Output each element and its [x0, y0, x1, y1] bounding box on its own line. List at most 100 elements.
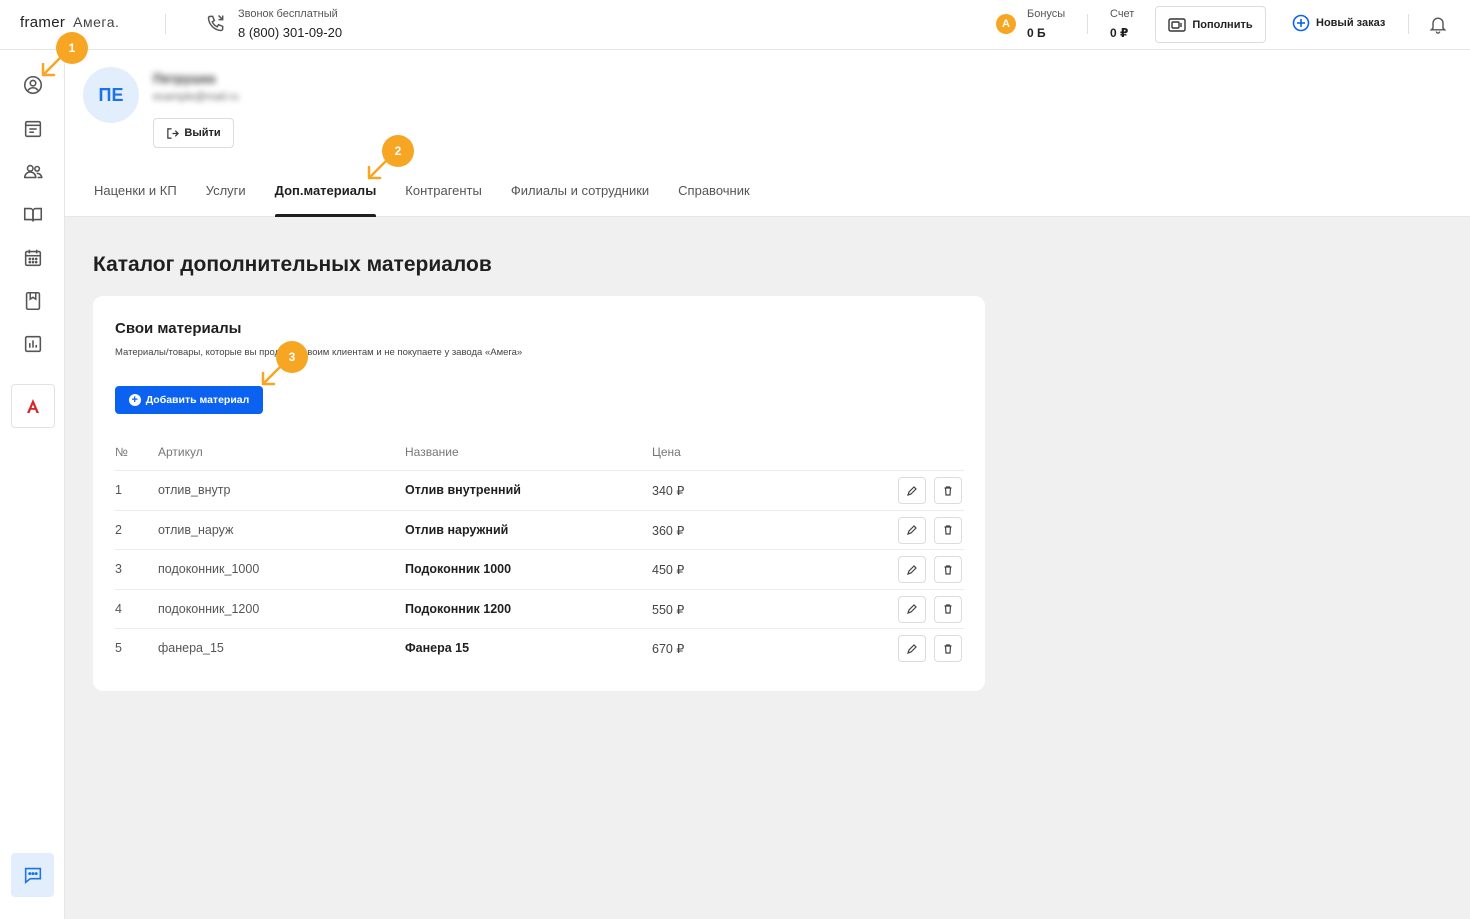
row-price: 450 ₽: [652, 563, 685, 578]
logo-amega: Амега.: [73, 14, 120, 30]
delete-button[interactable]: [934, 635, 962, 663]
add-material-button[interactable]: + Добавить материал: [115, 386, 263, 414]
row-name: Фанера 15: [405, 641, 470, 656]
tab-extra-materials[interactable]: Доп.материалы: [274, 183, 376, 217]
wallet-icon: [1168, 17, 1187, 32]
trash-icon: [944, 525, 952, 535]
topup-button[interactable]: Пополнить: [1155, 6, 1266, 43]
row-num: 2: [115, 522, 122, 537]
table-row: 4 подоконник_1200 Подоконник 1200 550 ₽: [115, 590, 964, 630]
divider: [165, 14, 166, 34]
table-row: 3 подоконник_1000 Подоконник 1000 450 ₽: [115, 550, 964, 590]
bookmark-icon[interactable]: [22, 290, 44, 312]
table-row: 2 отлив_наруж Отлив наружний 360 ₽: [115, 511, 964, 551]
row-price: 340 ₽: [652, 484, 685, 498]
materials-card: Свои материалы Материалы/товары, которые…: [93, 296, 985, 691]
settings-tabs: Наценки и КП Услуги Доп.материалы Контра…: [94, 183, 779, 217]
tab-services[interactable]: Услуги: [206, 183, 246, 217]
pencil-icon: [907, 485, 917, 496]
edit-button[interactable]: [898, 477, 926, 504]
bonus-coin-icon: A: [996, 14, 1016, 34]
divider: [1087, 14, 1088, 34]
row-num: 3: [115, 562, 122, 577]
edit-button[interactable]: [898, 556, 926, 584]
row-num: 1: [115, 483, 122, 497]
trash-icon: [944, 604, 952, 614]
catalog-book-icon[interactable]: [22, 204, 44, 226]
plus-circle-icon: [1292, 14, 1310, 32]
trash-icon: [944, 565, 952, 575]
tab-markups[interactable]: Наценки и КП: [94, 183, 177, 217]
bonus-value: 0 Б: [1027, 26, 1046, 40]
materials-table: № Артикул Название Цена 1 отлив_внутр От…: [115, 433, 964, 669]
analytics-icon[interactable]: [22, 333, 44, 355]
row-article: отлив_наруж: [158, 522, 234, 537]
user-email: example@mail.ru: [153, 91, 239, 103]
row-name: Подоконник 1000: [405, 562, 512, 577]
pencil-icon: [907, 525, 917, 536]
row-article: подоконник_1000: [158, 562, 260, 577]
user-name: Петрушка: [153, 71, 216, 86]
row-name: Отлив внутренний: [405, 483, 521, 497]
edit-button[interactable]: [898, 595, 926, 623]
table-row: 1 отлив_внутр Отлив внутренний 340 ₽: [115, 471, 964, 511]
page-title: Каталог дополнительных материалов: [93, 253, 492, 276]
account-label: Счет: [1110, 8, 1135, 20]
callout-arrow-icon: [41, 54, 64, 77]
tab-branches-staff[interactable]: Филиалы и сотрудники: [511, 183, 649, 217]
delete-button[interactable]: [934, 516, 962, 544]
account-stat: Счет 0 ₽: [1110, 8, 1134, 40]
logout-label: Выйти: [184, 127, 221, 139]
row-price: 670 ₽: [652, 642, 685, 657]
logout-button[interactable]: Выйти: [153, 118, 234, 148]
table-header: № Артикул Название Цена: [115, 433, 964, 471]
phone-label: Звонок бесплатный: [238, 8, 338, 20]
avatar: ПЕ: [83, 67, 139, 123]
row-num: 4: [115, 601, 122, 616]
clients-icon[interactable]: [22, 161, 44, 183]
row-price: 360 ₽: [652, 523, 685, 538]
bonus-stat: Бонусы 0 Б: [1027, 8, 1065, 40]
col-name: Название: [405, 445, 459, 459]
row-name: Подоконник 1200: [405, 601, 512, 616]
phone-number[interactable]: 8 (800) 301-09-20: [238, 25, 342, 40]
topup-label: Пополнить: [1192, 18, 1253, 31]
tab-reference[interactable]: Справочник: [678, 183, 750, 217]
free-call-block[interactable]: Звонок бесплатный 8 (800) 301-09-20: [238, 8, 342, 40]
left-sidebar: [0, 50, 65, 919]
callout-arrow-icon: [367, 157, 390, 180]
amega-brand-icon[interactable]: [11, 384, 55, 428]
pencil-icon: [907, 604, 917, 615]
edit-button[interactable]: [898, 635, 926, 663]
callout-arrow-icon: [261, 363, 284, 386]
bell-icon[interactable]: [1428, 14, 1448, 34]
trash-icon: [944, 644, 952, 654]
brand-logo[interactable]: framer Амега.: [20, 14, 119, 31]
divider: [1408, 14, 1409, 34]
plus-circle-icon: +: [128, 394, 141, 406]
edit-button[interactable]: [898, 516, 926, 544]
delete-button[interactable]: [934, 477, 962, 504]
table-row: 5 фанера_15 Фанера 15 670 ₽: [115, 629, 964, 669]
amega-a-logo-icon: [27, 399, 39, 413]
orders-icon[interactable]: [22, 118, 44, 140]
row-article: отлив_внутр: [158, 483, 231, 497]
col-price: Цена: [652, 445, 681, 459]
card-description: Материалы/товары, которые вы продаете св…: [115, 347, 523, 358]
row-article: фанера_15: [158, 641, 224, 656]
chat-button[interactable]: [11, 853, 54, 897]
row-name: Отлив наружний: [405, 522, 509, 537]
top-header: framer Амега. Звонок бесплатный 8 (800) …: [0, 0, 1470, 50]
col-article: Артикул: [158, 445, 203, 459]
delete-button[interactable]: [934, 556, 962, 584]
phone-icon: [207, 14, 224, 32]
add-material-label: Добавить материал: [145, 394, 250, 406]
pencil-icon: [907, 564, 917, 575]
trash-icon: [944, 485, 952, 496]
delete-button[interactable]: [934, 595, 962, 623]
col-num: №: [115, 445, 128, 459]
calendar-icon[interactable]: [22, 247, 44, 269]
chat-icon: [24, 867, 41, 884]
new-order-button[interactable]: Новый заказ: [1292, 14, 1385, 32]
tab-counterparties[interactable]: Контрагенты: [405, 183, 482, 217]
